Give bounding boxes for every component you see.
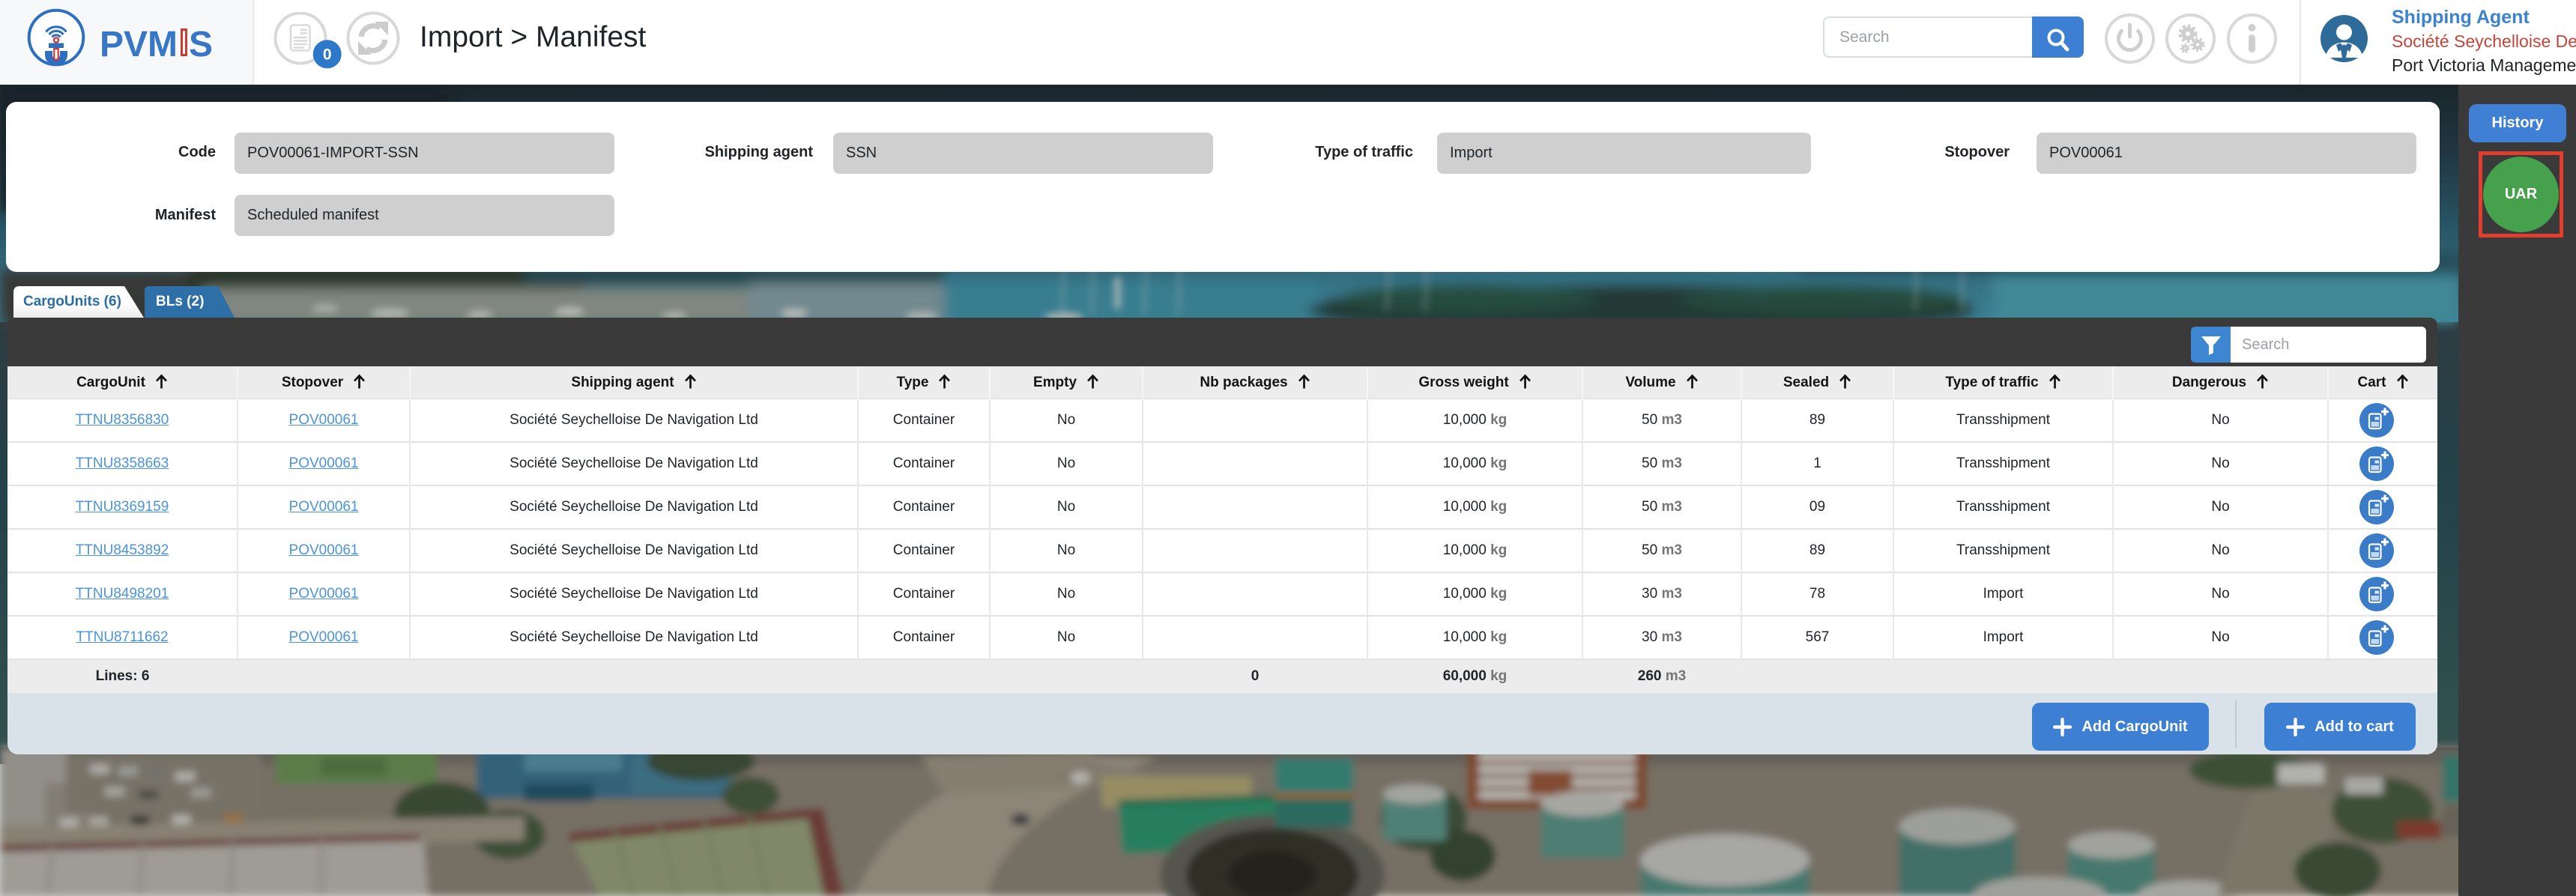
svg-text:BLs (2): BLs (2) bbox=[156, 294, 204, 309]
svg-text:0: 0 bbox=[323, 46, 332, 64]
svg-text:CargoUnits (6): CargoUnits (6) bbox=[23, 294, 121, 309]
